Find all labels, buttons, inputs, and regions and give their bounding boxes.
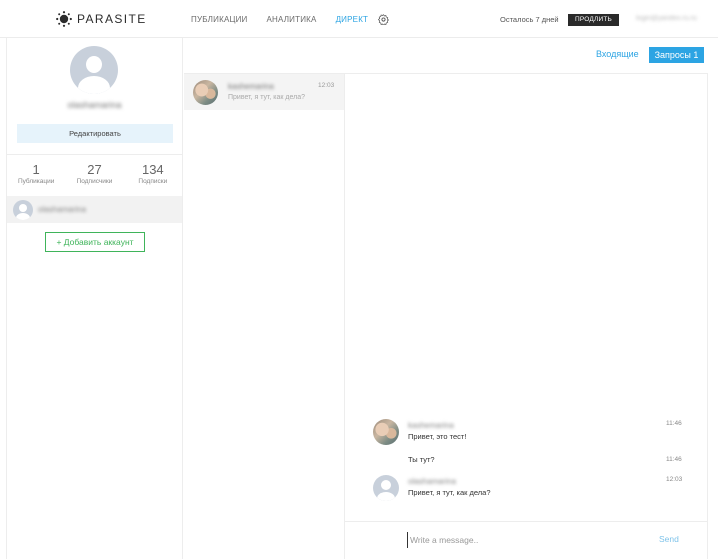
profile-avatar — [70, 46, 118, 94]
brand-logo[interactable]: PARASITE — [56, 11, 147, 27]
tab-inbox[interactable]: Входящие — [596, 49, 639, 59]
direct-tabs: Входящие Запросы 1 — [184, 38, 718, 73]
message-time: 12:03 — [666, 476, 683, 483]
message-avatar — [373, 419, 399, 445]
message-sender: kashemarina — [408, 421, 454, 430]
extend-button[interactable]: ПРОДЛИТЬ — [568, 14, 619, 26]
tab-requests[interactable]: Запросы 1 — [649, 47, 704, 63]
account-item[interactable]: olashamarina — [7, 196, 182, 223]
account-name: olashamarina — [38, 205, 87, 214]
stat-following-label: Подписки — [138, 178, 168, 185]
top-bar: PARASITE ПУБЛИКАЦИИ АНАЛИТИКА ДИРЕКТ Ост… — [0, 0, 718, 38]
add-account-button[interactable]: + Добавить аккаунт — [45, 232, 145, 252]
stat-following-value: 134 — [141, 162, 164, 177]
nav-direct[interactable]: ДИРЕКТ — [336, 15, 369, 24]
message-time: 11:46 — [666, 456, 682, 463]
message-text: Привет, это тест! — [408, 432, 467, 441]
message-input[interactable] — [407, 532, 637, 548]
user-email[interactable]: login@yandex.ru.ru — [636, 15, 697, 22]
main-nav: ПУБЛИКАЦИИ АНАЛИТИКА ДИРЕКТ — [191, 15, 387, 24]
send-button[interactable]: Send — [659, 534, 679, 544]
nav-publications[interactable]: ПУБЛИКАЦИИ — [191, 15, 248, 24]
parasite-logo-icon — [56, 11, 72, 27]
stat-publications[interactable]: 1 Публикации — [7, 155, 65, 196]
message-time: 11:46 — [666, 420, 682, 427]
gear-icon[interactable] — [378, 14, 389, 25]
conversation-name: kashemarina — [228, 82, 274, 91]
conversation-item[interactable]: kashemarina 12:03 Привет, я тут, как дел… — [184, 74, 344, 110]
subscription-remaining: Осталось 7 дней — [500, 15, 559, 24]
conversation-time: 12:03 — [318, 82, 335, 89]
stat-publications-label: Публикации — [17, 178, 55, 185]
nav-analytics[interactable]: АНАЛИТИКА — [267, 15, 317, 24]
edit-profile-button[interactable]: Редактировать — [17, 124, 173, 143]
account-avatar — [13, 199, 33, 220]
message-text: Привет, я тут, как дела? — [408, 488, 491, 497]
conversation-list: kashemarina 12:03 Привет, я тут, как дел… — [184, 73, 345, 559]
stat-publications-value: 1 — [32, 162, 40, 177]
message-sender: olashamarina — [408, 477, 457, 486]
stat-followers-label: Подписчики — [76, 178, 113, 185]
message-avatar — [373, 475, 399, 501]
stat-followers-value: 27 — [87, 162, 102, 177]
profile-sidebar: olashamarina Редактировать 1 Публикации … — [6, 38, 183, 559]
message-text: Ты тут? — [408, 455, 435, 464]
brand-name: PARASITE — [77, 12, 147, 26]
message-composer: Send — [345, 521, 707, 560]
profile-stats: 1 Публикации 27 Подписчики 134 Подписки — [7, 154, 182, 196]
profile-username: olashamarina — [67, 100, 122, 110]
chat-pane: kashemarina Привет, это тест! 11:46 Ты т… — [345, 73, 708, 559]
conversation-preview: Привет, я тут, как дела? — [228, 94, 306, 101]
stat-followers[interactable]: 27 Подписчики — [65, 155, 123, 196]
stat-following[interactable]: 134 Подписки — [124, 155, 182, 196]
conversation-avatar — [193, 80, 218, 105]
